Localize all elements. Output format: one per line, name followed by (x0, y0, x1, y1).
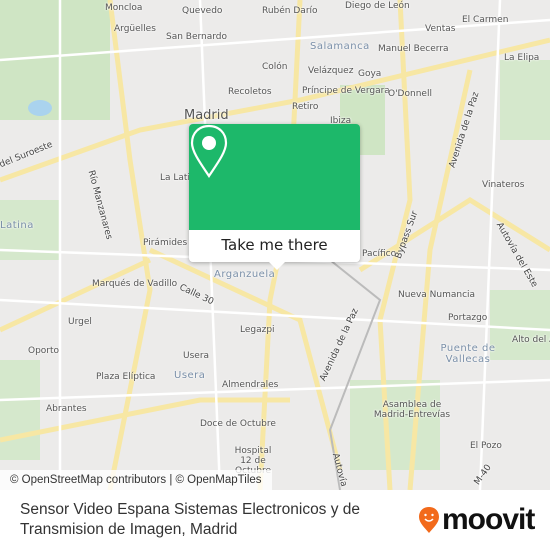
place-label: Abrantes (46, 404, 87, 414)
place-label: Doce de Octubre (200, 419, 276, 429)
city-label: Madrid (184, 108, 229, 123)
place-label: Retiro (292, 102, 319, 112)
place-label: Pacífico (362, 249, 397, 259)
place-label: Recoletos (228, 87, 272, 97)
map-attribution[interactable]: © OpenStreetMap contributors | © OpenMap… (0, 470, 272, 490)
place-label: Colón (262, 62, 288, 72)
district-label: Puente de Vallecas (440, 343, 496, 365)
place-label: El Carmen (462, 15, 509, 25)
place-label: Legazpi (240, 325, 275, 335)
place-label: Argüelles (114, 24, 156, 34)
place-label: Pirámides (143, 238, 188, 248)
district-label: Usera (174, 370, 206, 381)
place-label: Príncipe de Vergara (302, 86, 390, 96)
place-label: Goya (358, 69, 382, 79)
place-label: O'Donnell (388, 89, 432, 99)
place-label: Marqués de Vadillo (92, 279, 178, 289)
place-label: Nueva Numancia (398, 290, 476, 300)
place-label: San Bernardo (166, 32, 228, 42)
moovit-logo: moovit (418, 503, 535, 537)
map[interactable]: Madrid Moncloa Quevedo Rubén Darío Diego… (0, 0, 550, 490)
place-label: Asamblea de Madrid-Entrevías (373, 400, 451, 420)
place-label: Diego de León (345, 1, 410, 11)
popup-header (189, 124, 360, 230)
place-label: Arganzuela (214, 269, 276, 280)
popup-card[interactable]: Take me there (189, 124, 360, 270)
place-label: Alto del Arenal (512, 335, 550, 345)
place-label: Oporto (28, 346, 60, 356)
place-label: Ventas (425, 24, 456, 34)
place-label: La Elipa (504, 53, 540, 63)
place-label: Usera (183, 351, 210, 361)
map-pin-icon (190, 124, 228, 178)
district-label: Latina (0, 220, 34, 231)
place-title: Sensor Video Espana Sistemas Electronico… (20, 501, 361, 538)
moovit-wordmark: moovit (442, 503, 535, 536)
place-label: Almendrales (222, 380, 279, 390)
place-label: Vinateros (482, 180, 525, 190)
place-label: Quevedo (182, 6, 223, 16)
place-label: Manuel Becerra (378, 44, 449, 54)
place-label: Salamanca (310, 41, 370, 52)
moovit-pin-icon (419, 507, 439, 533)
place-label: El Pozo (470, 441, 502, 451)
place-label: Plaza Elíptica (96, 372, 156, 382)
place-label: Rubén Darío (262, 6, 318, 16)
take-me-there-button[interactable]: Take me there (189, 230, 360, 270)
place-label: Portazgo (448, 313, 488, 323)
place-label: Velázquez (308, 66, 354, 76)
place-label: Moncloa (105, 3, 143, 13)
place-label: Urgel (68, 317, 92, 327)
